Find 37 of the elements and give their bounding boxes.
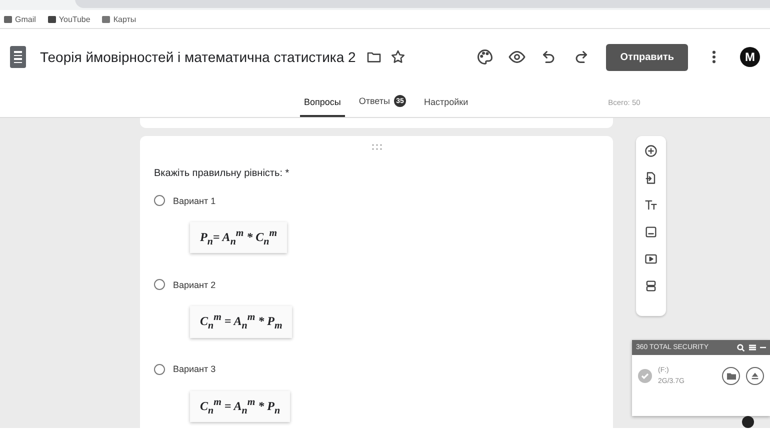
eject-button[interactable] — [746, 367, 764, 385]
option-label: Вариант 3 — [173, 364, 216, 374]
form-title[interactable]: Теорія ймовірностей і математична статистика 2 — [40, 49, 356, 65]
section-icon[interactable] — [644, 279, 658, 293]
check-icon — [638, 369, 652, 383]
avatar[interactable]: M — [740, 47, 760, 67]
tab[interactable]: Настройки — [420, 91, 472, 117]
radio-button[interactable] — [154, 195, 165, 206]
option-label: Вариант 2 — [173, 280, 216, 290]
minimize-icon[interactable] — [760, 344, 766, 351]
option-label: Вариант 1 — [173, 196, 216, 206]
star-icon[interactable] — [390, 49, 406, 65]
add-circle-icon[interactable] — [644, 144, 658, 158]
bookmark-icon[interactable] — [102, 16, 110, 22]
bookmark-icon[interactable] — [4, 16, 12, 22]
question-text: Вкажіть правильну рівність: * — [154, 168, 290, 179]
menu-icon[interactable] — [749, 344, 756, 351]
radio-button[interactable] — [154, 279, 165, 290]
search-icon[interactable] — [737, 344, 745, 352]
bookmark[interactable]: Карты — [113, 14, 136, 24]
bookmark[interactable]: YouTube — [58, 14, 90, 24]
eye-icon[interactable] — [508, 48, 526, 66]
text-size-icon[interactable] — [644, 198, 658, 212]
folder-icon — [726, 372, 736, 380]
send-button[interactable]: Отправить — [606, 44, 688, 70]
radio-button[interactable] — [154, 364, 165, 375]
video-icon[interactable] — [644, 252, 658, 266]
formula-image: C$_{n}$$^{m}$ = A$_{n}$$^{m}$ * P$_{m}$ — [190, 306, 292, 338]
image-icon[interactable] — [644, 225, 658, 239]
forms-logo-icon — [10, 46, 26, 68]
palette-icon[interactable] — [476, 48, 494, 66]
import-icon[interactable] — [644, 171, 658, 185]
eject-icon — [751, 372, 759, 380]
bookmark[interactable]: Gmail — [15, 14, 36, 24]
open-folder-button[interactable] — [722, 367, 740, 385]
formula-image: C$_{n}$$^{m}$ = A$_{n}$$^{m}$ * P$_{n}$ — [190, 390, 290, 422]
bookmark-icon[interactable] — [48, 16, 56, 22]
